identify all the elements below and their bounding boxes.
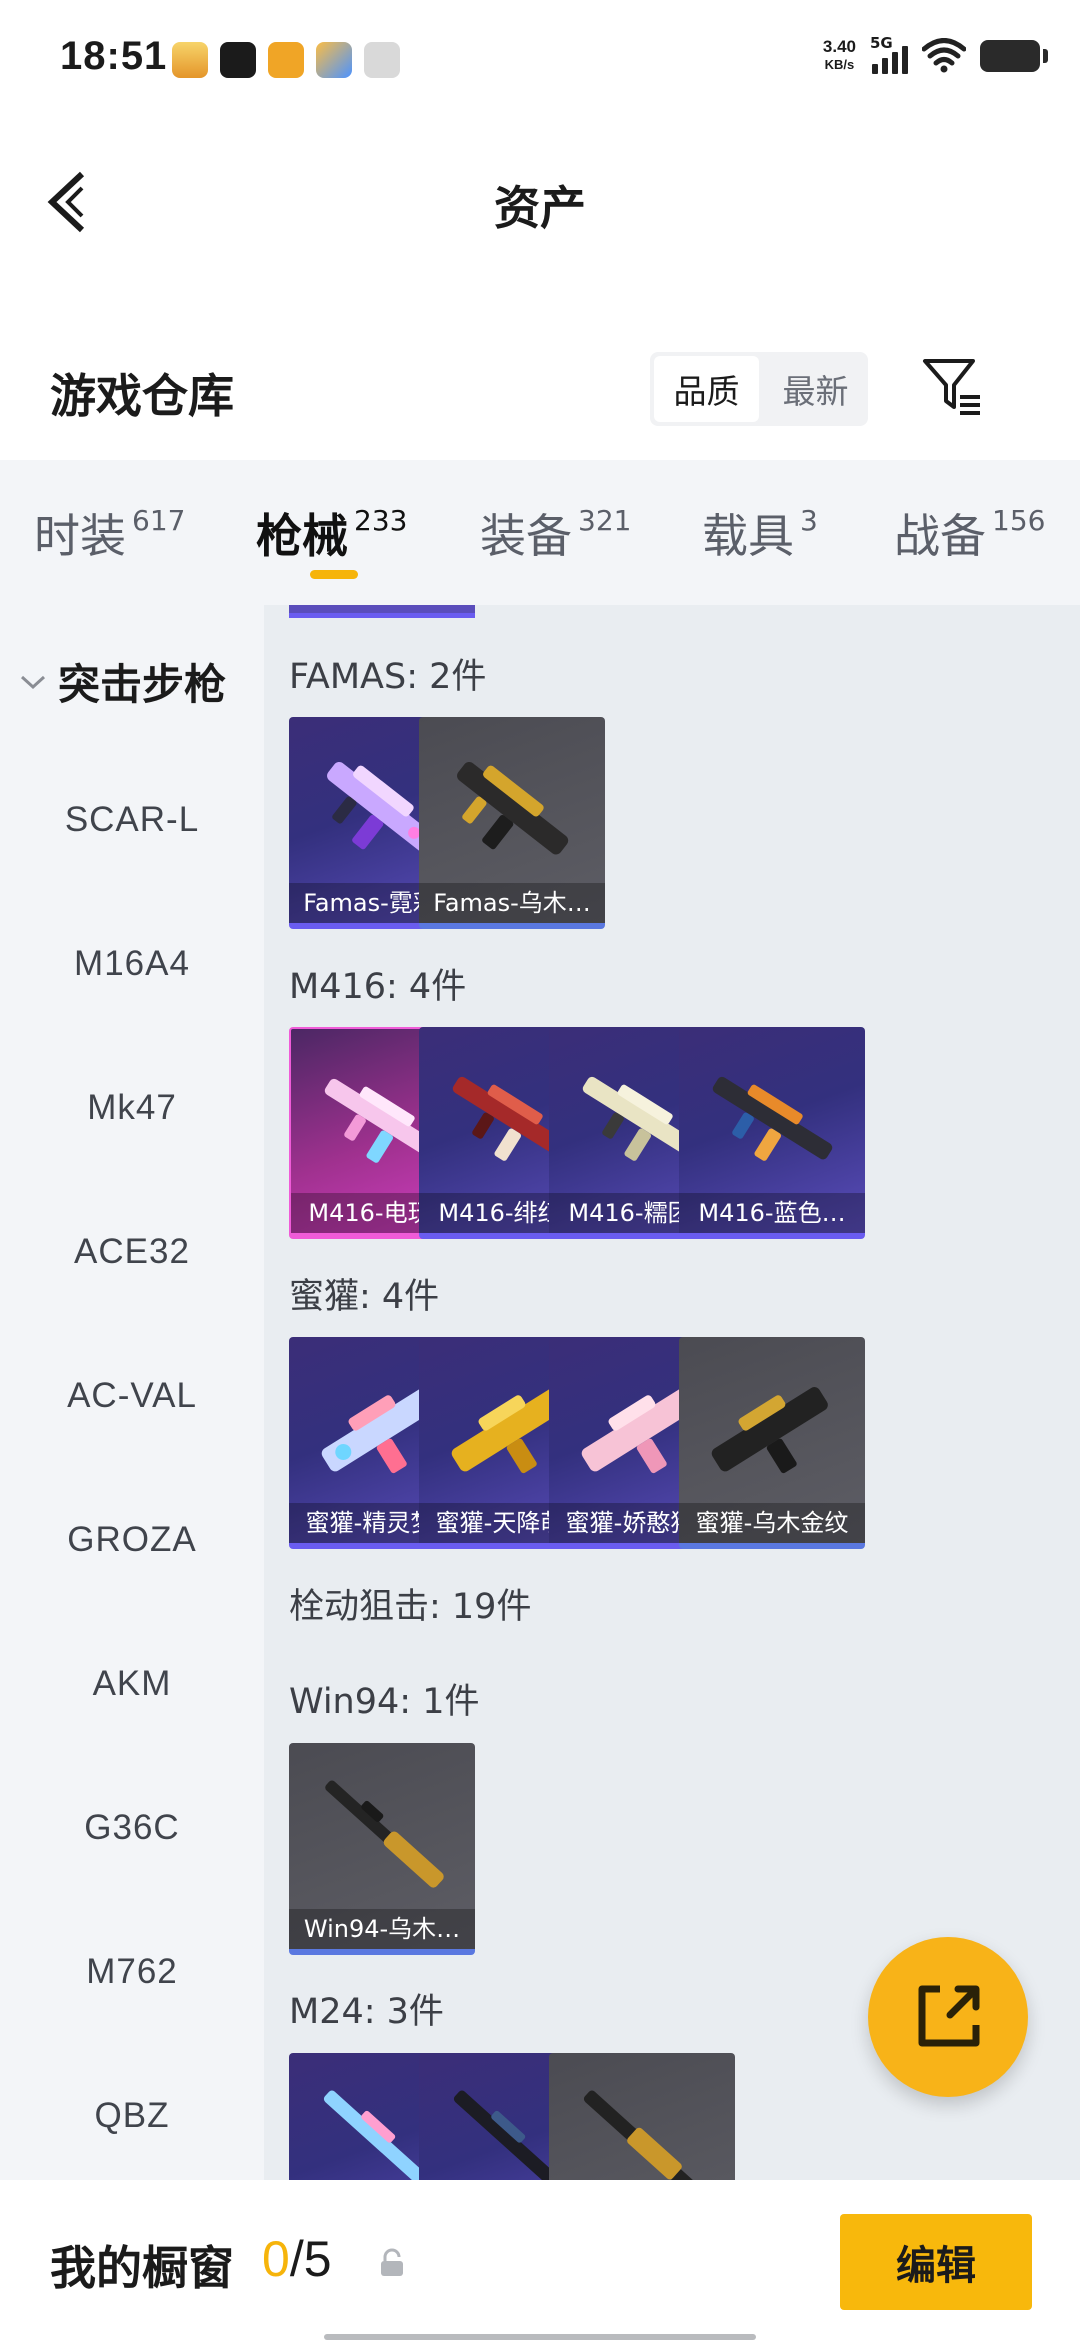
weapon-skin-image	[712, 1076, 833, 1161]
weapon-card[interactable]: Famas-乌木…	[419, 717, 605, 929]
section-title-bolt-action: 栓动狙击: 19件	[289, 1587, 532, 1627]
weapon-skin-image	[325, 1780, 444, 1888]
warehouse-title: 游戏仓库	[50, 369, 234, 423]
app-notification-icon	[172, 42, 208, 78]
weapon-card[interactable]: M416-蓝色…	[679, 1027, 865, 1239]
card-bottom-edge	[289, 605, 475, 618]
weapon-card-name: M416-蓝色…	[679, 1193, 865, 1233]
cell-signal-icon: 5G	[870, 34, 908, 74]
sidebar-item-ac-val[interactable]: AC-VAL	[0, 1376, 264, 1416]
sort-toggle: 品质 最新	[650, 352, 868, 426]
status-bar: 18:51 3.40 KB/s 5G	[0, 0, 1080, 120]
tab-fashion[interactable]: 时装 617	[34, 500, 185, 566]
notification-icons	[172, 42, 400, 78]
sidebar-item-m762[interactable]: M762	[0, 1952, 264, 1992]
sidebar-item-akm[interactable]: AKM	[0, 1664, 264, 1704]
weapon-card-name: 蜜獾-乌木金纹	[679, 1503, 865, 1543]
sidebar-item-ace32[interactable]: ACE32	[0, 1232, 264, 1272]
lock-icon	[381, 2248, 403, 2276]
sidebar-item-mk47[interactable]: Mk47	[0, 1088, 264, 1128]
showcase-count: 0/5	[262, 2231, 332, 2287]
section-title-honey-badger: 蜜獾: 4件	[289, 1277, 440, 1317]
filter-icon[interactable]	[920, 355, 986, 421]
sidebar-item-g36c[interactable]: G36C	[0, 1808, 264, 1848]
weapon-skin-image	[711, 1387, 828, 1474]
sort-quality-button[interactable]: 品质	[654, 356, 759, 422]
net-speed: 3.40 KB/s	[822, 37, 856, 73]
showcase-label: 我的橱窗	[50, 2241, 234, 2295]
weapon-card[interactable]: 蜜獾-乌木金纹	[679, 1337, 865, 1549]
warehouse-header: 游戏仓库 品质 最新	[0, 330, 1080, 460]
sidebar-item-qbz[interactable]: QBZ	[0, 2096, 264, 2136]
app-notification-icon	[220, 42, 256, 78]
weapon-card-name: Famas-乌木…	[419, 883, 605, 923]
sidebar-item-groza[interactable]: GROZA	[0, 1520, 264, 1560]
section-title-famas: FAMAS: 2件	[289, 657, 487, 697]
wifi-icon	[922, 38, 966, 73]
app-notification-icon	[268, 42, 304, 78]
section-title-m416: M416: 4件	[289, 967, 467, 1007]
weapon-skin-image	[457, 761, 569, 855]
weapon-card-name: Win94-乌木…	[289, 1909, 475, 1949]
showcase-bar: 我的橱窗 0/5 编辑	[0, 2180, 1080, 2344]
sort-newest-button[interactable]: 最新	[763, 352, 868, 426]
category-tabs: 时装 617 枪械 233 装备 321 载具 3 战备 156	[0, 460, 1080, 605]
page-title: 资产	[494, 181, 586, 235]
nav-bar: 资产	[0, 120, 1080, 280]
share-fab-button[interactable]	[868, 1937, 1028, 2097]
tab-combat-gear[interactable]: 战备 156	[894, 500, 1045, 566]
weapon-type-sidebar: 突击步枪 SCAR-L M16A4 Mk47 ACE32 AC-VAL GROZ…	[0, 605, 264, 2180]
status-time: 18:51	[60, 34, 168, 78]
home-indicator	[324, 2334, 756, 2340]
weapon-card[interactable]: Win94-乌木…	[289, 1743, 475, 1955]
weapon-skin-image	[583, 2090, 702, 2180]
app-notification-icon	[316, 42, 352, 78]
sidebar-item-scar-l[interactable]: SCAR-L	[0, 800, 264, 840]
sidebar-item-m16a4[interactable]: M16A4	[0, 944, 264, 984]
tab-firearms[interactable]: 枪械 233	[256, 500, 407, 566]
section-title-win94: Win94: 1件	[289, 1682, 480, 1722]
sidebar-group-assault-rifle[interactable]: 突击步枪	[18, 651, 226, 712]
active-tab-indicator	[310, 570, 358, 579]
weapon-card[interactable]	[549, 2053, 735, 2180]
tab-vehicles[interactable]: 载具 3	[702, 500, 818, 566]
settings-notification-icon	[364, 42, 400, 78]
tab-equipment[interactable]: 装备 321	[480, 500, 631, 566]
battery-icon	[980, 40, 1048, 72]
chevron-down-icon	[20, 675, 46, 689]
section-title-m24: M24: 3件	[289, 1992, 444, 2032]
edit-button[interactable]: 编辑	[840, 2214, 1032, 2310]
external-link-icon	[918, 1985, 980, 2047]
